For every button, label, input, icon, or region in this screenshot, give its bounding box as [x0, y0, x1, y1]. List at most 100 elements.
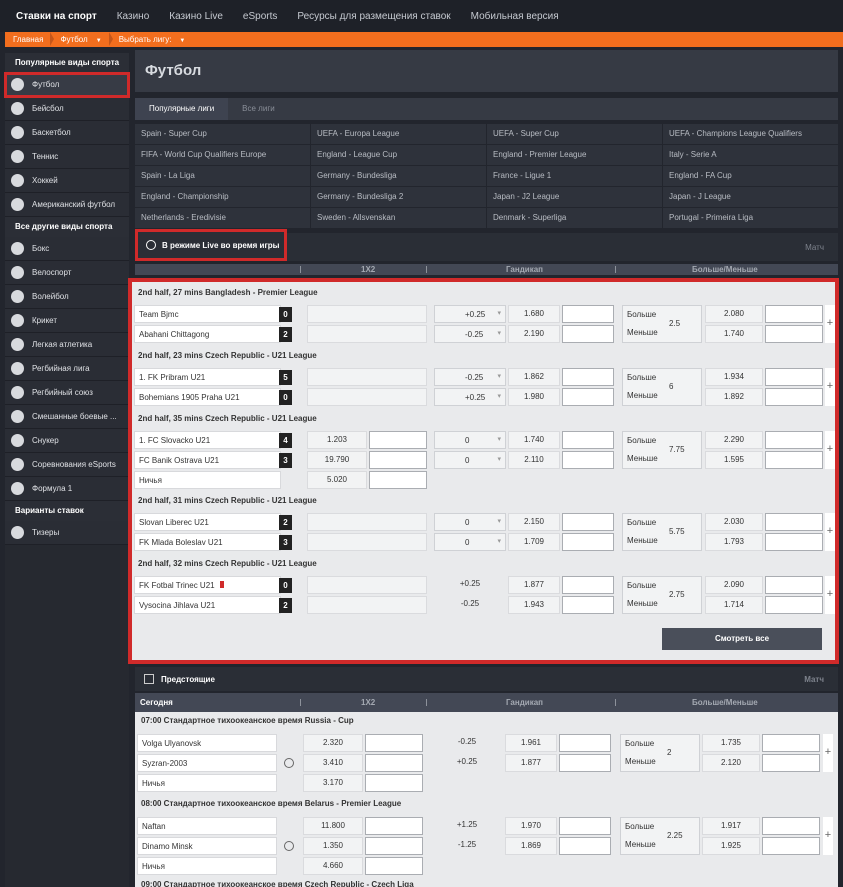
team-name[interactable]: Abahani Chittagong	[134, 325, 281, 343]
league-link[interactable]: England - Premier League	[487, 145, 662, 165]
add-bet-button[interactable]: +	[823, 817, 833, 855]
under-odds[interactable]: 2.120	[702, 754, 760, 772]
sidebar-item-3[interactable]: Теннис	[5, 145, 129, 169]
handicap-odds[interactable]: 1.877	[505, 754, 557, 772]
league-link[interactable]: UEFA - Europa League	[311, 124, 486, 144]
team-name[interactable]: Vysocina Jihlava U21	[134, 596, 281, 614]
league-link[interactable]: UEFA - Champions League Qualifiers	[663, 124, 838, 144]
stake-input[interactable]	[765, 325, 823, 343]
under-odds[interactable]: 1.740	[705, 325, 763, 343]
over-under-select[interactable]: Больше Меньше 2.75	[622, 576, 702, 614]
stake-input[interactable]	[562, 576, 614, 594]
sidebar-item-other-5[interactable]: Регбийная лига	[5, 357, 129, 381]
team-name[interactable]: Volga Ulyanovsk	[137, 734, 277, 752]
nav-resources[interactable]: Ресурсы для размещения ставок	[297, 11, 450, 22]
add-bet-button[interactable]: +	[823, 734, 833, 772]
over-under-select[interactable]: Больше Меньше 2	[620, 734, 700, 772]
over-odds[interactable]: 1.917	[702, 817, 760, 835]
handicap-select[interactable]: 0	[434, 451, 506, 469]
odds-1x2[interactable]: 1.350	[303, 837, 363, 855]
breadcrumb-football[interactable]: Футбол ▼	[50, 32, 110, 47]
view-all-button[interactable]: Смотреть все	[662, 628, 822, 650]
handicap-odds[interactable]: 1.709	[508, 533, 560, 551]
stake-input[interactable]	[562, 368, 614, 386]
sidebar-item-1[interactable]: Бейсбол	[5, 97, 129, 121]
odds-draw[interactable]: 5.020	[307, 471, 367, 489]
under-odds[interactable]: 1.793	[705, 533, 763, 551]
handicap-odds[interactable]: 2.190	[508, 325, 560, 343]
stake-input[interactable]	[562, 513, 614, 531]
over-under-select[interactable]: Больше Меньше 5.75	[622, 513, 702, 551]
stake-input[interactable]	[369, 471, 427, 489]
handicap-odds[interactable]: 2.150	[508, 513, 560, 531]
stake-input[interactable]	[562, 388, 614, 406]
stake-input[interactable]	[559, 837, 611, 855]
sidebar-item-bet-0[interactable]: Тизеры	[5, 521, 129, 545]
sidebar-item-other-3[interactable]: Крикет	[5, 309, 129, 333]
league-link[interactable]: Germany - Bundesliga 2	[311, 187, 486, 207]
stake-input[interactable]	[365, 857, 423, 875]
odds-1x2[interactable]: 11.800	[303, 817, 363, 835]
nav-sports[interactable]: Ставки на спорт	[16, 11, 97, 22]
sidebar-item-other-1[interactable]: Велоспорт	[5, 261, 129, 285]
handicap-select[interactable]: 0	[434, 513, 506, 531]
stake-input[interactable]	[365, 754, 423, 772]
handicap-select[interactable]: +0.25	[434, 388, 506, 406]
team-name[interactable]: Naftan	[137, 817, 277, 835]
stake-input[interactable]	[562, 325, 614, 343]
under-odds[interactable]: 1.595	[705, 451, 763, 469]
breadcrumb-league-select[interactable]: Выбрать лигу: ▼	[108, 32, 195, 47]
team-name[interactable]: Dinamo Minsk	[137, 837, 277, 855]
stake-input[interactable]	[765, 368, 823, 386]
add-bet-button[interactable]: +	[825, 513, 835, 551]
nav-casino[interactable]: Казино	[117, 11, 150, 22]
handicap-select[interactable]: -0.25	[434, 325, 506, 343]
handicap-odds[interactable]: 1.740	[508, 431, 560, 449]
stake-input[interactable]	[562, 451, 614, 469]
stake-input[interactable]	[559, 734, 611, 752]
over-odds[interactable]: 2.030	[705, 513, 763, 531]
stake-input[interactable]	[365, 837, 423, 855]
handicap-odds[interactable]: 1.869	[505, 837, 557, 855]
stake-input[interactable]	[765, 513, 823, 531]
over-odds[interactable]: 1.735	[702, 734, 760, 752]
stake-input[interactable]	[562, 596, 614, 614]
sidebar-item-5[interactable]: Американский футбол	[5, 193, 129, 217]
nav-esports[interactable]: eSports	[243, 11, 277, 22]
over-odds[interactable]: 2.290	[705, 431, 763, 449]
stake-input[interactable]	[762, 817, 820, 835]
sidebar-item-other-0[interactable]: Бокс	[5, 237, 129, 261]
tab-all-leagues[interactable]: Все лиги	[228, 98, 289, 120]
league-link[interactable]: UEFA - Super Cup	[487, 124, 662, 144]
league-link[interactable]: Germany - Bundesliga	[311, 166, 486, 186]
under-odds[interactable]: 1.892	[705, 388, 763, 406]
add-bet-button[interactable]: +	[825, 305, 835, 343]
handicap-select[interactable]: -0.25	[434, 368, 506, 386]
stake-input[interactable]	[369, 451, 427, 469]
stake-input[interactable]	[365, 734, 423, 752]
league-link[interactable]: Portugal - Primeira Liga	[663, 208, 838, 228]
stake-input[interactable]	[562, 305, 614, 323]
stake-input[interactable]	[562, 533, 614, 551]
stake-input[interactable]	[765, 596, 823, 614]
add-bet-button[interactable]: +	[825, 368, 835, 406]
team-name[interactable]: Team Bjmc	[134, 305, 281, 323]
team-name[interactable]: 1. FK Pribram U21	[134, 368, 281, 386]
league-link[interactable]: Spain - Super Cup	[135, 124, 310, 144]
team-name[interactable]: Bohemians 1905 Praha U21	[134, 388, 281, 406]
over-odds[interactable]: 2.090	[705, 576, 763, 594]
sidebar-item-other-6[interactable]: Регбийный союз	[5, 381, 129, 405]
handicap-odds[interactable]: 1.943	[508, 596, 560, 614]
league-link[interactable]: England - FA Cup	[663, 166, 838, 186]
league-link[interactable]: Denmark - Superliga	[487, 208, 662, 228]
over-under-select[interactable]: Больше Меньше 7.75	[622, 431, 702, 469]
odds-1x2[interactable]: 1.203	[307, 431, 367, 449]
sidebar-item-other-10[interactable]: Формула 1	[5, 477, 129, 501]
over-under-select[interactable]: Больше Меньше 2.25	[620, 817, 700, 855]
handicap-odds[interactable]: 1.877	[508, 576, 560, 594]
sidebar-item-2[interactable]: Баскетбол	[5, 121, 129, 145]
team-name[interactable]: Syzran-2003	[137, 754, 277, 772]
stake-input[interactable]	[762, 837, 820, 855]
under-odds[interactable]: 1.925	[702, 837, 760, 855]
handicap-odds[interactable]: 1.680	[508, 305, 560, 323]
